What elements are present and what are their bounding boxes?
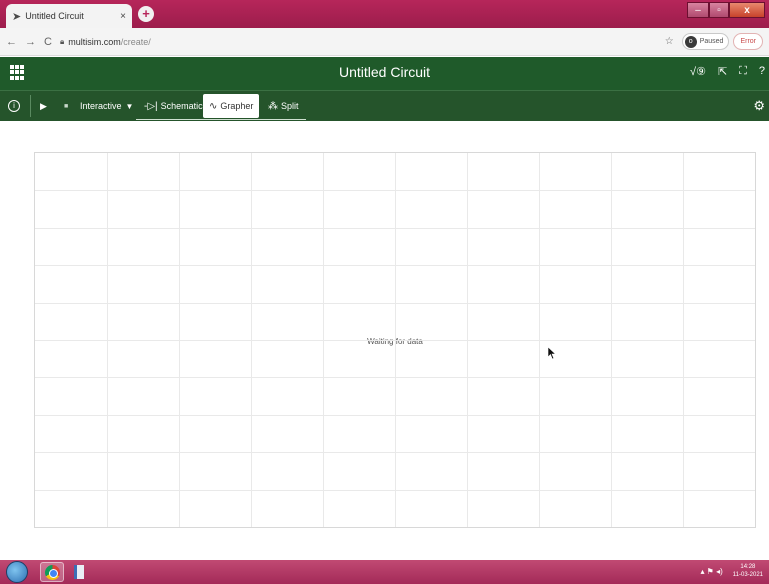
window-controls: – ▫ x xyxy=(687,2,765,18)
lock-icon: 🔒︎ xyxy=(59,36,65,46)
tab-split-label: Split xyxy=(281,101,299,111)
close-tab-icon[interactable]: × xyxy=(120,11,126,22)
paused-label: Paused xyxy=(699,38,724,45)
run-simulation-button[interactable]: ▶ xyxy=(40,91,47,121)
tab-schematic-label: Schematic xyxy=(160,101,203,111)
view-tabs-underline xyxy=(136,119,306,120)
info-icon: i xyxy=(8,100,20,112)
error-button[interactable]: Error xyxy=(733,33,763,50)
url-domain: multisim.com xyxy=(68,36,121,47)
grid-line-horizontal xyxy=(35,302,755,304)
simulation-toolbar: i ▶ ■ Interactive ▼ -▷| Schematic ∿ Grap… xyxy=(0,90,769,121)
browser-tab[interactable]: ➤ Untitled Circuit × xyxy=(6,4,132,28)
toolbar-divider xyxy=(30,95,31,117)
header-actions: √⑨ ⇱ ⛶ ? xyxy=(678,65,765,78)
fullscreen-icon[interactable]: ⛶ xyxy=(739,65,747,78)
minimize-window-button[interactable]: – xyxy=(687,2,709,18)
grid-line-horizontal xyxy=(35,190,755,192)
url-path: /create/ xyxy=(120,36,151,47)
browser-titlebar: ➤ Untitled Circuit × + – ▫ x xyxy=(0,0,769,28)
browser-tab-title: Untitled Circuit xyxy=(25,11,84,21)
clock-date: 11-03-2021 xyxy=(732,572,763,578)
grid-line-horizontal xyxy=(35,377,755,379)
mode-label: Interactive xyxy=(80,101,122,111)
new-tab-button[interactable]: + xyxy=(138,6,154,22)
address-bar: ← → C 🔒︎ multisim.com/create/ ☆ o Paused… xyxy=(0,28,769,56)
grid-line-horizontal xyxy=(35,265,755,267)
split-icon: ⁂ xyxy=(268,100,278,112)
share-icon[interactable]: √⑨ xyxy=(690,65,706,78)
grid-line-horizontal xyxy=(35,452,755,454)
tab-grapher[interactable]: ∿ Grapher xyxy=(203,94,260,118)
chrome-taskbar-icon[interactable] xyxy=(40,562,64,582)
profile-paused-button[interactable]: o Paused xyxy=(681,33,730,50)
help-icon[interactable]: ? xyxy=(759,65,765,78)
play-icon: ▶ xyxy=(40,100,47,111)
info-button[interactable]: i xyxy=(8,91,20,121)
multisim-favicon-icon: ➤ xyxy=(12,10,22,23)
grapher-plot-area[interactable]: Waiting for data xyxy=(34,152,756,528)
circuit-title[interactable]: Untitled Circuit xyxy=(0,64,769,80)
export-icon[interactable]: ⇱ xyxy=(718,65,727,78)
app-header: Untitled Circuit √⑨ ⇱ ⛶ ? xyxy=(0,57,769,90)
grid-line-horizontal xyxy=(35,489,755,491)
windows-taskbar: ▴ ⚑ ◂) 14:28 11-03-2021 xyxy=(0,560,769,584)
grid-line-horizontal xyxy=(35,227,755,229)
clock[interactable]: 14:28 11-03-2021 xyxy=(733,563,763,579)
back-arrow-icon[interactable]: ← xyxy=(6,36,17,48)
tray-icons[interactable]: ▴ ⚑ ◂) xyxy=(700,567,722,576)
grid-line-horizontal xyxy=(35,340,755,341)
reload-icon[interactable]: C xyxy=(44,36,52,48)
url-field[interactable]: multisim.com/create/ xyxy=(68,37,151,47)
settings-gear-icon[interactable]: ⚙ xyxy=(753,91,765,121)
tab-grapher-label: Grapher xyxy=(220,101,254,111)
close-window-button[interactable]: x xyxy=(729,2,765,18)
start-button-icon[interactable] xyxy=(6,561,28,583)
stop-icon: ■ xyxy=(64,102,69,110)
file-explorer-taskbar-icon[interactable] xyxy=(68,562,92,582)
tab-split[interactable]: ⁂ Split xyxy=(262,91,305,121)
chevron-down-icon: ▼ xyxy=(125,101,134,111)
forward-arrow-icon[interactable]: → xyxy=(25,36,36,48)
grapher-icon: ∿ xyxy=(209,100,218,112)
address-bar-actions: ☆ o Paused Error xyxy=(665,33,763,50)
tab-schematic[interactable]: -▷| Schematic xyxy=(138,91,209,121)
simulation-mode-dropdown[interactable]: Interactive ▼ xyxy=(80,91,133,121)
mouse-cursor-icon xyxy=(548,347,556,360)
grid-line-horizontal xyxy=(35,414,755,416)
stop-simulation-button[interactable]: ■ xyxy=(64,91,68,121)
clock-time: 14:28 xyxy=(740,564,756,570)
maximize-window-button[interactable]: ▫ xyxy=(709,2,729,18)
bookmark-star-icon[interactable]: ☆ xyxy=(665,36,674,47)
profile-avatar: o xyxy=(684,35,697,48)
schematic-icon: -▷| xyxy=(144,100,158,112)
system-tray: ▴ ⚑ ◂) 14:28 11-03-2021 xyxy=(700,563,763,579)
